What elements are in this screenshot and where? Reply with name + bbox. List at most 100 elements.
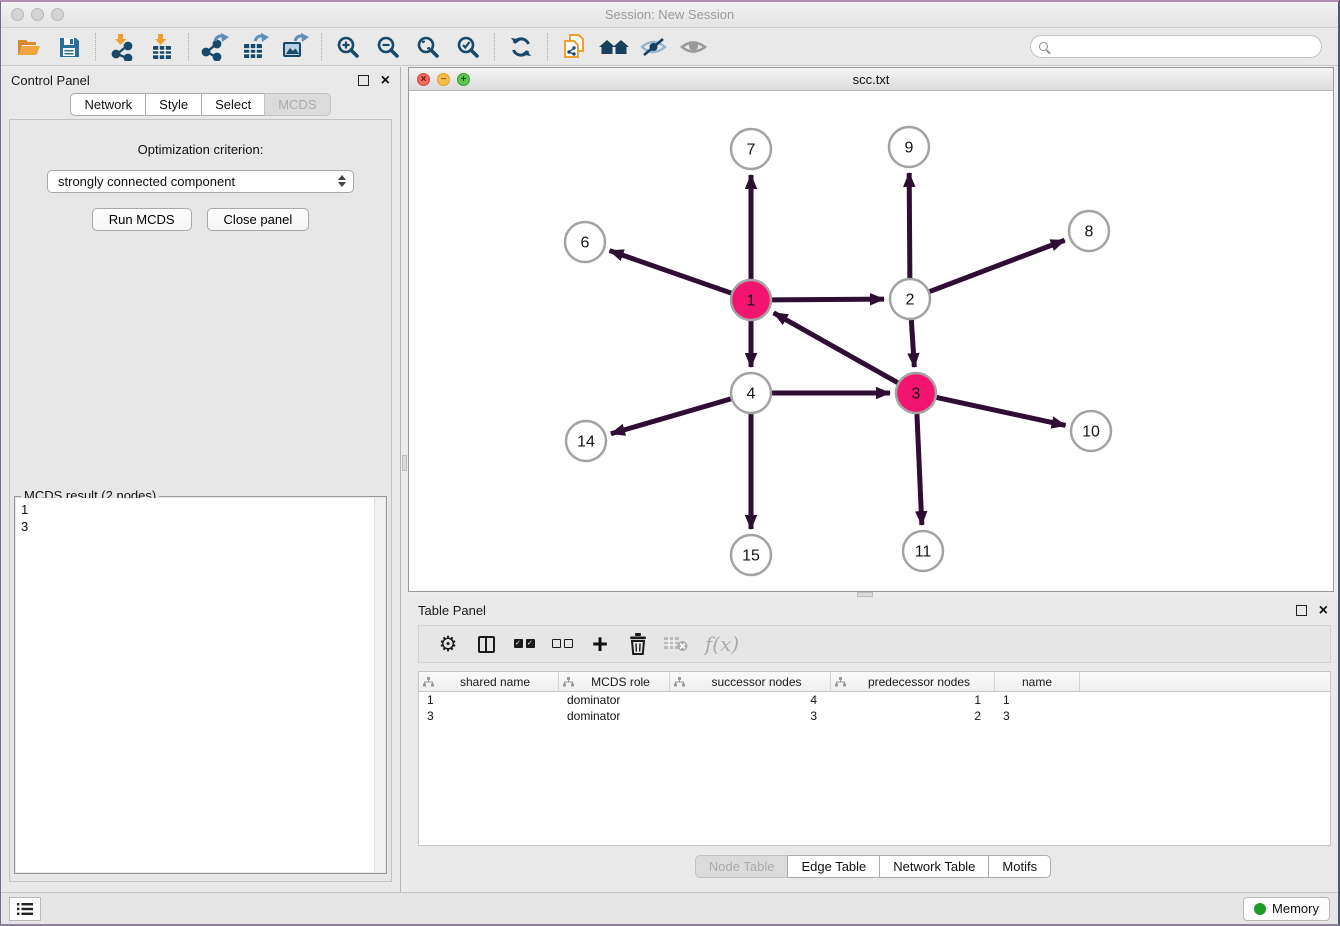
home-button[interactable] (594, 30, 634, 64)
close-panel-button[interactable]: Close panel (207, 208, 310, 231)
delete-table-button[interactable] (657, 627, 695, 661)
eye-icon (679, 35, 709, 59)
network-window-titlebar[interactable]: × − + scc.txt (409, 68, 1333, 91)
edge-3-10[interactable] (937, 397, 1066, 425)
tab-mcds[interactable]: MCDS (264, 93, 330, 116)
table-row[interactable]: 1dominator411 (419, 692, 1330, 708)
float-panel-icon[interactable] (358, 75, 369, 86)
main-toolbar (1, 28, 1338, 66)
add-column-button[interactable]: + (581, 627, 619, 661)
import-table-button[interactable] (142, 30, 182, 64)
select-stepper-icon (338, 175, 346, 187)
column-header-name[interactable]: name (995, 672, 1080, 691)
table-cell[interactable]: 3 (995, 709, 1080, 723)
control-panel-title: Control Panel (11, 73, 90, 88)
table-tab-network-table[interactable]: Network Table (879, 855, 989, 878)
search-field[interactable] (1030, 35, 1322, 58)
houses-icon (598, 34, 630, 60)
tab-style[interactable]: Style (145, 93, 202, 116)
column-header-successor-nodes[interactable]: successor nodes (670, 672, 831, 691)
hide-selected-button[interactable] (634, 30, 674, 64)
edge-4-14[interactable] (611, 399, 731, 434)
export-table-button[interactable] (235, 30, 275, 64)
run-mcds-button[interactable]: Run MCDS (92, 208, 192, 231)
node-label-6: 6 (581, 235, 590, 252)
zoom-fit-button[interactable] (408, 30, 448, 64)
float-panel-icon[interactable] (1296, 605, 1307, 616)
split-view-button[interactable] (467, 627, 505, 661)
close-panel-icon[interactable]: × (1319, 605, 1328, 616)
table-cell[interactable]: dominator (559, 709, 670, 723)
node-label-4: 4 (747, 386, 756, 403)
edge-1-6[interactable] (610, 251, 732, 293)
node-label-15: 15 (742, 548, 760, 565)
table-cell[interactable]: 4 (670, 693, 831, 707)
table-cell[interactable]: 3 (670, 709, 831, 723)
edge-2-3[interactable] (911, 320, 914, 367)
import-network-icon (109, 33, 135, 61)
edge-3-1[interactable] (774, 313, 898, 383)
split-columns-icon (478, 636, 495, 653)
close-network-icon[interactable]: × (417, 73, 430, 86)
tree-sort-icon (674, 677, 685, 687)
table-cell[interactable]: 1 (995, 693, 1080, 707)
table-cell[interactable]: 2 (831, 709, 995, 723)
result-scrollbar[interactable] (374, 498, 385, 872)
console-toggle-button[interactable] (9, 897, 41, 921)
vertical-splitter[interactable] (401, 67, 408, 892)
table-tab-edge-table[interactable]: Edge Table (787, 855, 880, 878)
table-cell[interactable]: 1 (419, 693, 559, 707)
table-cell[interactable]: 3 (419, 709, 559, 723)
minimize-network-icon[interactable]: − (437, 73, 450, 86)
column-header-shared-name[interactable]: shared name (419, 672, 559, 691)
control-panel: Control Panel × NetworkStyleSelectMCDS O… (1, 67, 401, 892)
table-settings-button[interactable]: ⚙ (429, 627, 467, 661)
zoom-out-button[interactable] (368, 30, 408, 64)
maximize-network-icon[interactable]: + (457, 73, 470, 86)
save-session-button[interactable] (49, 30, 89, 64)
function-icon: f(x) (705, 632, 739, 656)
network-view-window: × − + scc.txt 7968124314101511 (408, 67, 1334, 592)
criterion-select[interactable]: strongly connected component (47, 170, 354, 193)
new-network-from-selection-button[interactable] (554, 30, 594, 64)
control-panel-header: Control Panel × (1, 67, 400, 93)
refresh-button[interactable] (501, 30, 541, 64)
tab-select[interactable]: Select (201, 93, 265, 116)
table-cell[interactable]: 1 (831, 693, 995, 707)
column-label: name (999, 675, 1075, 689)
edge-2-8[interactable] (930, 240, 1065, 291)
edge-1-2[interactable] (772, 299, 884, 300)
minimize-window-button[interactable] (31, 8, 44, 21)
deselect-all-button[interactable] (543, 627, 581, 661)
column-header-predecessor-nodes[interactable]: predecessor nodes (831, 672, 995, 691)
close-window-button[interactable] (11, 8, 24, 21)
import-network-button[interactable] (102, 30, 142, 64)
mcds-result-text[interactable]: 1 3 (16, 498, 374, 872)
table-row[interactable]: 3dominator323 (419, 708, 1330, 724)
splitter-handle[interactable] (402, 455, 407, 471)
node-label-3: 3 (912, 386, 921, 403)
export-image-button[interactable] (275, 30, 315, 64)
search-input[interactable] (1053, 40, 1313, 54)
window-controls (11, 8, 64, 21)
table-cell[interactable]: dominator (559, 693, 670, 707)
column-header-mcds-role[interactable]: MCDS role (559, 672, 670, 691)
zoom-selected-button[interactable] (448, 30, 488, 64)
table-tab-node-table[interactable]: Node Table (695, 855, 789, 878)
memory-button[interactable]: Memory (1243, 897, 1330, 921)
toolbar-separator (188, 33, 189, 61)
edge-2-9[interactable] (909, 173, 910, 278)
network-canvas[interactable]: 7968124314101511 (409, 91, 1333, 591)
select-all-button[interactable] (505, 627, 543, 661)
close-panel-icon[interactable]: × (381, 75, 390, 86)
show-all-button[interactable] (674, 30, 714, 64)
function-builder-button[interactable]: f(x) (695, 627, 749, 661)
table-tab-motifs[interactable]: Motifs (988, 855, 1051, 878)
delete-column-button[interactable] (619, 627, 657, 661)
maximize-window-button[interactable] (51, 8, 64, 21)
export-network-button[interactable] (195, 30, 235, 64)
edge-3-11[interactable] (917, 414, 922, 525)
zoom-in-button[interactable] (328, 30, 368, 64)
open-session-button[interactable] (9, 30, 49, 64)
tab-network[interactable]: Network (70, 93, 146, 116)
